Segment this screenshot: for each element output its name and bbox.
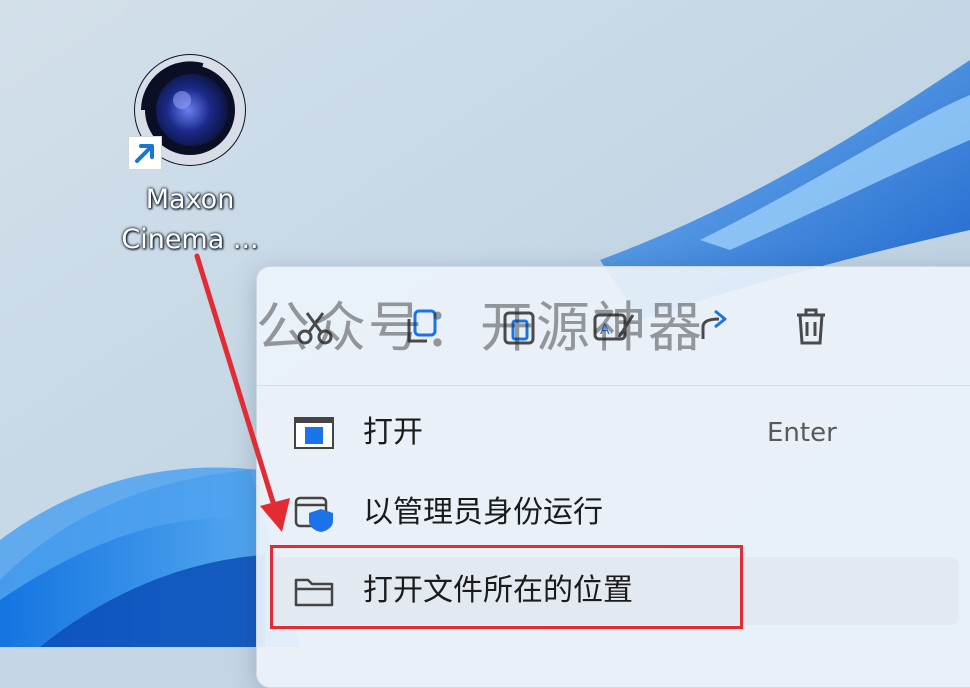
menu-item-run-as-admin-label: 以管理员身份运行 [363, 495, 603, 530]
highlight-box [270, 545, 743, 629]
menu-item-open[interactable]: 打开 Enter [271, 399, 959, 467]
delete-icon [797, 308, 825, 345]
desktop-icon-label: Maxon Cinema ... [108, 180, 272, 260]
menu-item-open-label: 打开 [363, 415, 423, 450]
menu-item-open-shortcut: Enter [767, 418, 837, 448]
admin-shield-icon [294, 496, 333, 532]
desktop-icon-label-line1: Maxon [145, 184, 235, 215]
desktop-icon-label-line2: Cinema ... [121, 224, 259, 255]
watermark-text: 公众号：开源神器 [256, 296, 704, 359]
delete-button[interactable] [785, 301, 837, 353]
open-window-icon [294, 417, 334, 449]
shortcut-arrow-icon [128, 136, 162, 170]
desktop-shortcut-maxon-cinema[interactable]: Maxon Cinema ... [108, 52, 272, 262]
menu-item-run-as-admin[interactable]: 以管理员身份运行 [271, 479, 959, 547]
